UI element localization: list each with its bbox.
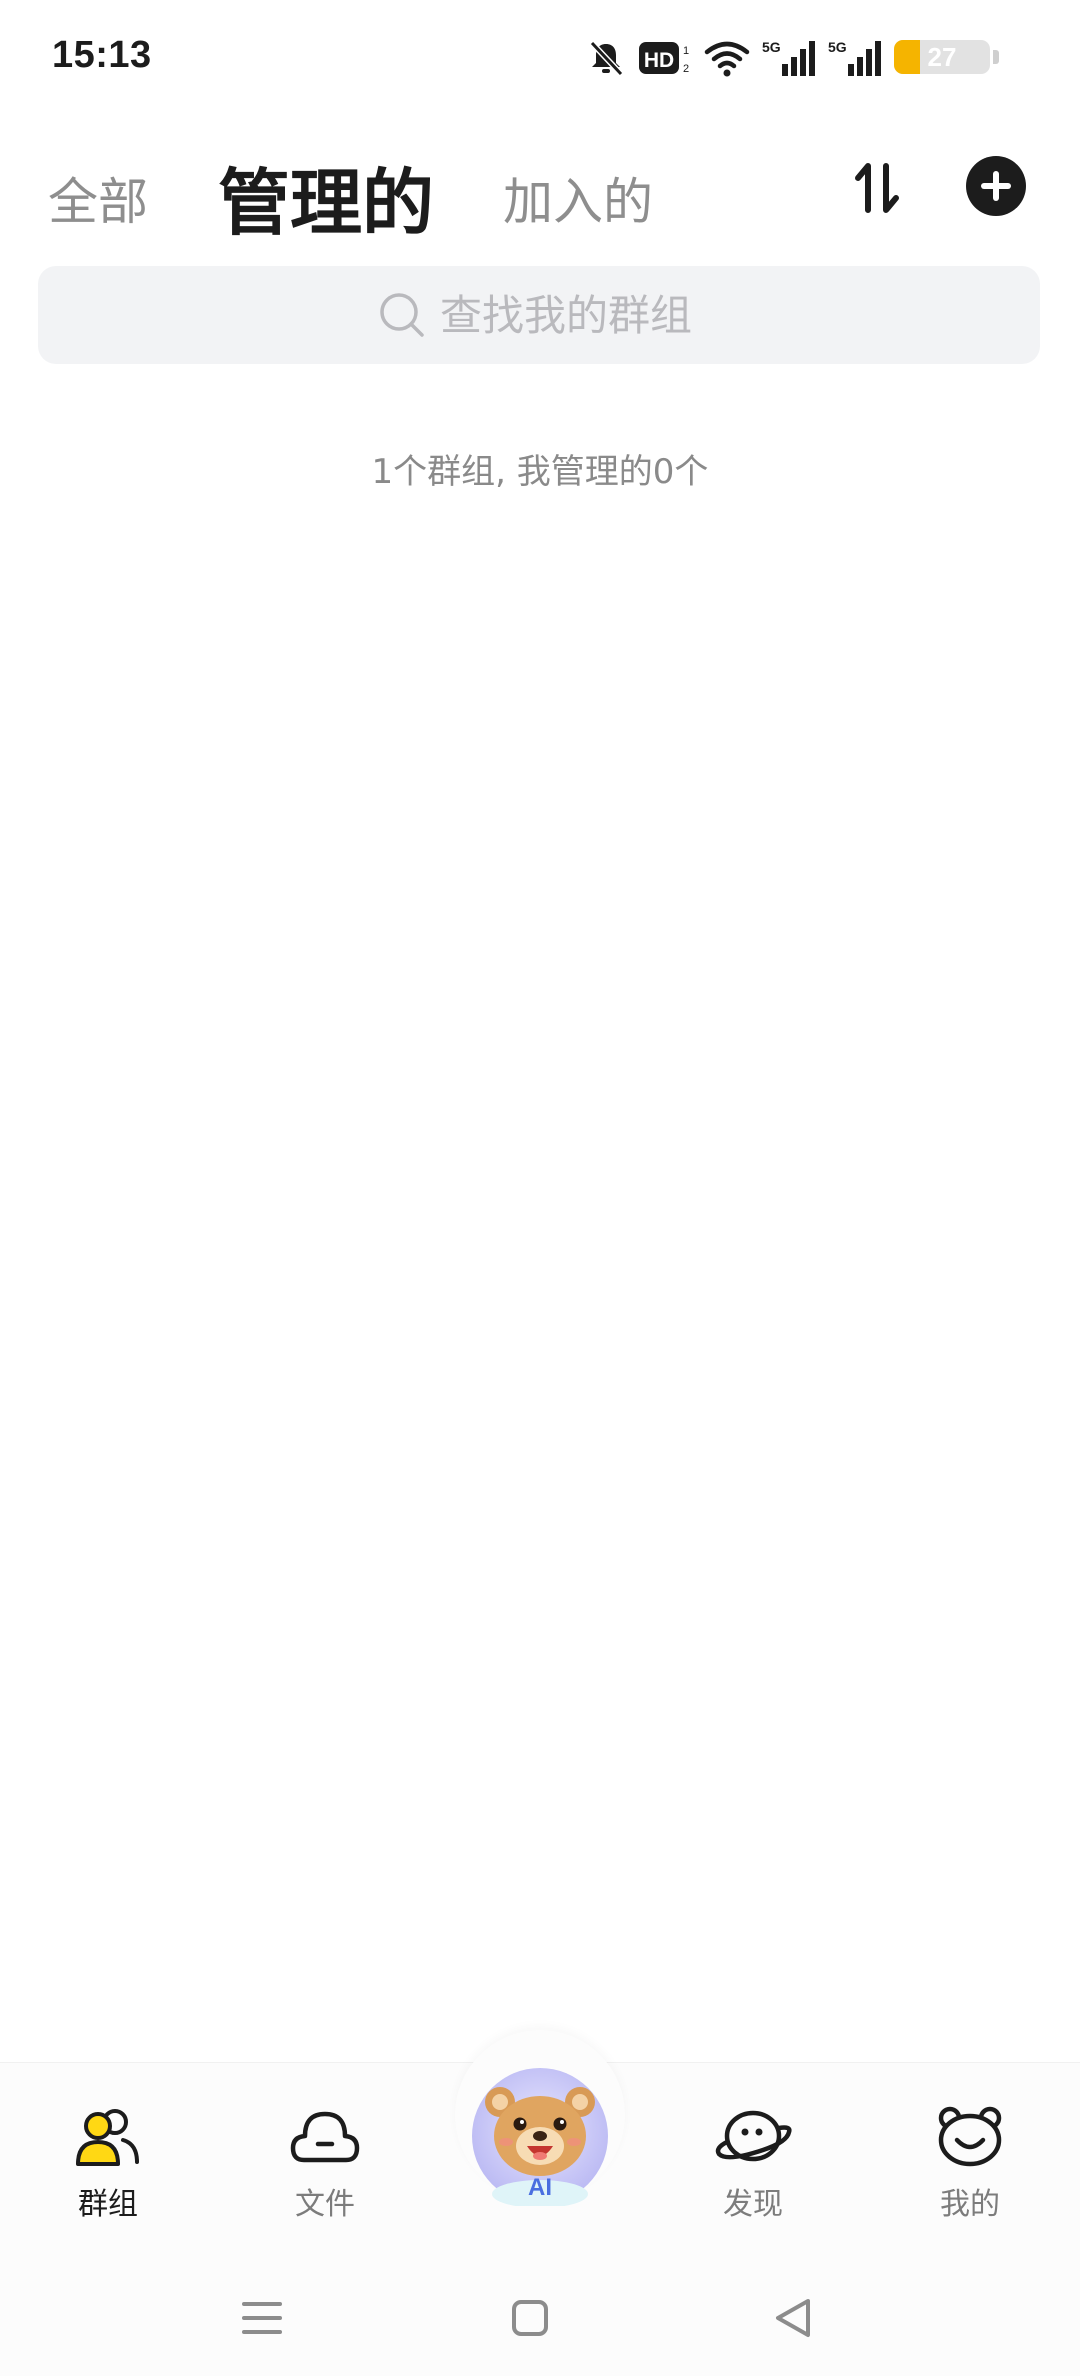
bear-face-icon — [930, 2103, 1010, 2169]
system-home-button[interactable] — [500, 2288, 560, 2348]
menu-lines-icon — [242, 2302, 282, 2334]
status-time: 15:13 — [52, 34, 152, 76]
svg-text:5G: 5G — [762, 39, 781, 55]
nav-label-discover: 发现 — [723, 2187, 783, 2222]
wifi-icon — [704, 38, 750, 78]
svg-text:5G: 5G — [828, 39, 847, 55]
home-square-icon — [512, 2300, 548, 2336]
system-nav-bar — [0, 2262, 1080, 2376]
status-bar: 15:13 HD 1 2 5G 5G 27 — [0, 0, 1080, 120]
nav-label-groups: 群组 — [78, 2187, 138, 2222]
tab-all[interactable]: 全部 — [48, 162, 148, 234]
nav-item-discover[interactable]: 发现 — [683, 2103, 823, 2223]
ai-label: AI — [528, 2174, 552, 2201]
system-back-button[interactable] — [764, 2288, 824, 2348]
status-icons: HD 1 2 5G 5G 27 — [586, 36, 1002, 80]
nav-item-files[interactable]: 文件 — [255, 2103, 395, 2223]
app-screen: 15:13 HD 1 2 5G 5G 27 全部 管理的 加入的 查找我的群组 … — [0, 0, 1080, 2376]
discover-planet-icon — [713, 2103, 793, 2169]
search-input[interactable] — [440, 290, 700, 340]
tab-managed[interactable]: 管理的 — [218, 144, 434, 249]
nav-label-mine: 我的 — [940, 2187, 1000, 2222]
ai-bear-avatar-icon: AI — [472, 2068, 608, 2208]
ai-assistant-button[interactable]: AI — [470, 2066, 610, 2208]
back-triangle-icon — [776, 2299, 810, 2337]
signal-5g-icon: 5G — [762, 38, 816, 78]
add-group-button[interactable] — [966, 156, 1026, 216]
search-bar[interactable] — [38, 266, 1040, 364]
tab-joined[interactable]: 加入的 — [503, 162, 653, 234]
cloud-file-icon — [285, 2103, 365, 2169]
system-recents-button[interactable] — [232, 2288, 292, 2348]
nav-item-groups[interactable]: 群组 — [38, 2103, 178, 2223]
sort-icon — [855, 163, 899, 213]
plus-icon — [981, 171, 1011, 201]
battery-level: 27 — [927, 42, 957, 72]
nav-item-mine[interactable]: 我的 — [900, 2103, 1040, 2223]
search-icon — [380, 293, 424, 337]
svg-text:1: 1 — [683, 45, 689, 57]
bell-muted-icon — [586, 38, 626, 78]
groups-icon — [68, 2103, 148, 2169]
battery-icon: 27 — [894, 38, 1002, 78]
svg-text:2: 2 — [683, 63, 689, 75]
nav-label-files: 文件 — [295, 2187, 355, 2222]
group-summary: 1个群组, 我管理的0个 — [371, 452, 709, 492]
svg-text:HD: HD — [644, 49, 674, 72]
sort-button[interactable] — [840, 150, 916, 226]
hd-icon: HD 1 2 — [638, 38, 692, 78]
signal-5g-icon: 5G — [828, 38, 882, 78]
